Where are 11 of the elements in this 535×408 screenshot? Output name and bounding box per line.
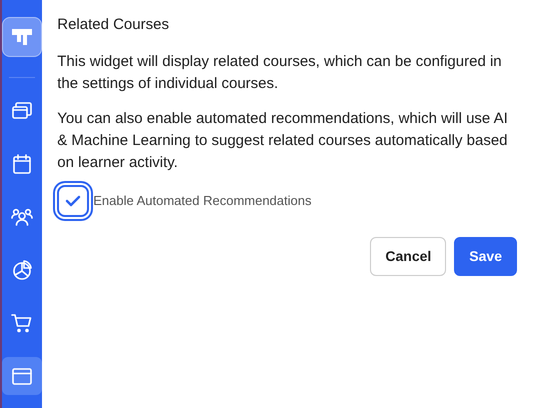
save-button[interactable]: Save bbox=[454, 236, 517, 276]
panel-title: Related Courses bbox=[57, 15, 170, 35]
paragraph: This widget will display related courses, which can be configured in the settings of individual courses. bbox=[57, 52, 503, 94]
pie-chart-icon bbox=[10, 258, 34, 282]
paragraph: You can also enable automated recommendations, which will use AI & Machine Learning to suggest related courses automatically based on learner activity. bbox=[57, 108, 509, 172]
cart-icon bbox=[10, 311, 34, 335]
check-icon bbox=[65, 194, 82, 206]
cancel-button[interactable]: Cancel bbox=[370, 236, 446, 276]
sidebar-item[interactable] bbox=[2, 357, 42, 395]
checkbox-label: Enable Automated Recommendations bbox=[93, 192, 312, 210]
logo[interactable] bbox=[2, 17, 42, 57]
